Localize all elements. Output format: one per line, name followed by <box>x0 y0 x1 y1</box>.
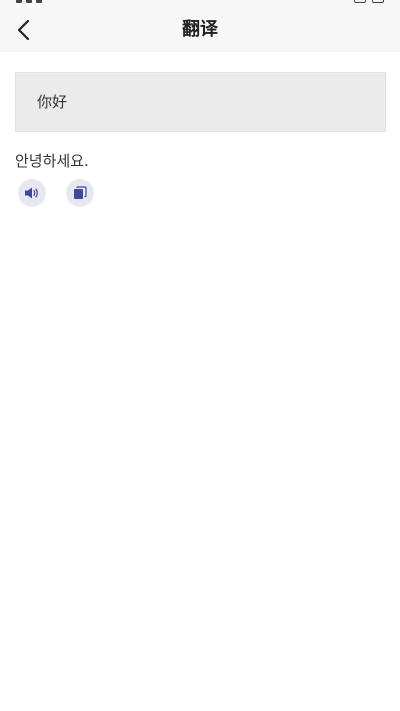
header: 翻译 <box>0 8 400 52</box>
status-time-glyph <box>26 0 32 3</box>
status-bar-right <box>354 0 384 3</box>
source-text: 你好 <box>37 93 68 111</box>
source-text-box[interactable]: 你好 <box>15 72 386 132</box>
signal-icon <box>354 0 366 3</box>
translation-result: 안녕하세요. <box>15 152 89 170</box>
copy-button[interactable] <box>66 179 94 207</box>
status-bar <box>0 0 400 8</box>
status-time-glyph <box>36 0 42 3</box>
speaker-icon <box>25 187 38 199</box>
status-time-glyph <box>16 0 22 3</box>
page-title: 翻译 <box>182 19 218 40</box>
status-bar-left <box>16 0 42 3</box>
copy-icon <box>74 186 87 199</box>
speak-button[interactable] <box>18 179 46 207</box>
battery-icon <box>372 0 384 3</box>
